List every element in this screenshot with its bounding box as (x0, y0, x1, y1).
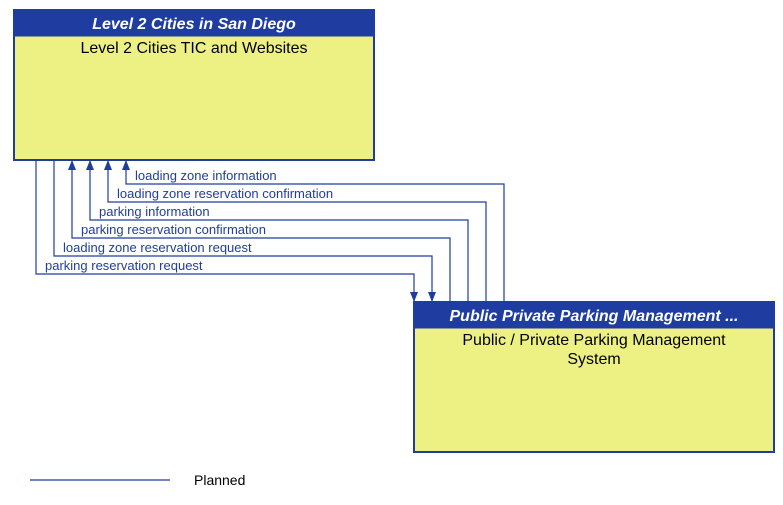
arrowhead-icon (104, 160, 112, 170)
box-left-body: Level 2 Cities TIC and Websites (80, 40, 307, 57)
arrowhead-icon (68, 160, 76, 170)
legend-label: Planned (194, 472, 245, 488)
flow-label: loading zone reservation request (63, 240, 252, 255)
box-left-header: Level 2 Cities in San Diego (92, 16, 296, 33)
flow-label: parking reservation confirmation (81, 222, 266, 237)
flow-label: loading zone information (135, 168, 277, 183)
box-parking-management: Public Private Parking Management ... Pu… (414, 302, 774, 452)
box-right-body1: Public / Private Parking Management (462, 332, 726, 349)
flow-label: loading zone reservation confirmation (117, 186, 333, 201)
arrowhead-icon (86, 160, 94, 170)
flow-label: parking information (99, 204, 210, 219)
box-right-body2: System (567, 351, 620, 368)
arrowhead-icon (122, 160, 130, 170)
box-right-header: Public Private Parking Management ... (450, 308, 739, 325)
box-level2-cities: Level 2 Cities in San Diego Level 2 Citi… (14, 10, 374, 160)
arrowhead-icon (410, 292, 418, 302)
flow-label: parking reservation request (45, 258, 203, 273)
diagram: Level 2 Cities in San Diego Level 2 Citi… (0, 0, 783, 505)
arrowhead-icon (428, 292, 436, 302)
